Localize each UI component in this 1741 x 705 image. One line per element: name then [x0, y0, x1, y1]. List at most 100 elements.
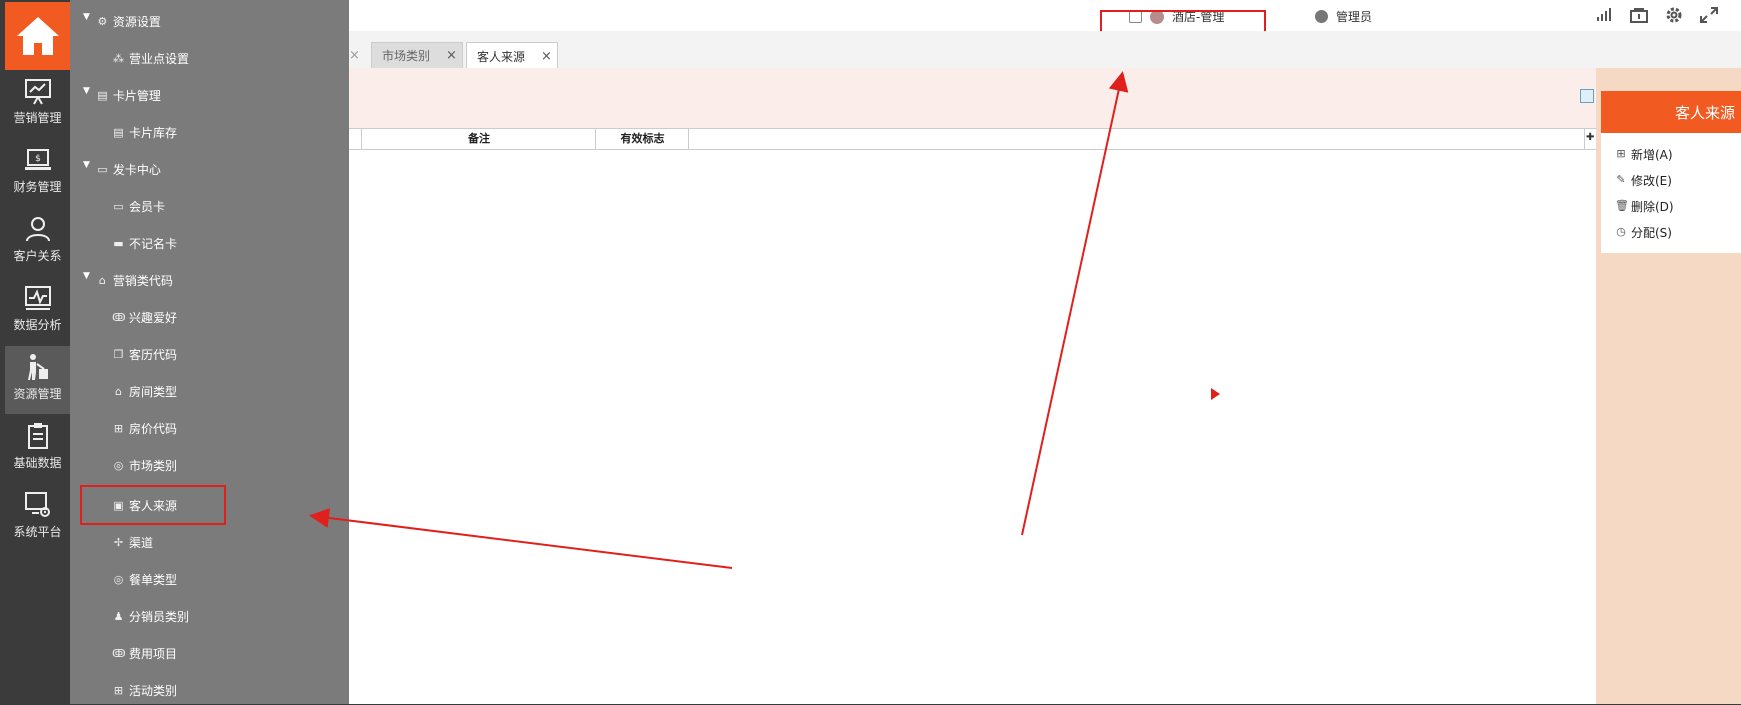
red-triangle-marker — [1211, 388, 1220, 400]
submenu-item-label: 活动类别 — [129, 683, 178, 698]
submenu-item-hobbies[interactable]: ↂ 兴趣爱好 — [70, 302, 349, 332]
submenu-item-label: 渠道 — [129, 535, 154, 550]
submenu-group-card-issuing[interactable]: ▼ ▭ 发卡中心 — [70, 154, 349, 184]
submenu-item-card-inventory[interactable]: ▤ 卡片库存 — [70, 117, 349, 147]
plus-icon: ✚ — [1586, 132, 1595, 143]
rail-item-label: 客户关系 — [13, 249, 62, 263]
rail-item-crm[interactable]: 客户关系 — [5, 208, 70, 276]
rail-item-marketing[interactable]: 营销管理 — [5, 70, 70, 138]
submenu-item-activity-category[interactable]: ⊞ 活动类别 — [70, 675, 349, 705]
tab-bar: × 市场类别 × 客人来源 × — [349, 31, 1741, 69]
submenu-item-anonymous-card[interactable]: ▬ 不记名卡 — [70, 228, 349, 258]
column-header-valid-flag[interactable]: 有效标志 — [595, 129, 689, 149]
plus-box-icon: ⊞ — [1616, 147, 1626, 160]
home-icon — [16, 17, 59, 55]
card-icon: ▭ — [113, 199, 124, 213]
rail-item-system[interactable]: 系统平台 — [5, 484, 70, 552]
user-menu[interactable]: 管理员 — [1315, 8, 1372, 25]
submenu-group-label: 营销类代码 — [112, 273, 173, 288]
submenu-item-label: 房价代码 — [129, 421, 178, 436]
submenu-group-label: 卡片管理 — [112, 88, 161, 103]
submenu-item-label: 不记名卡 — [129, 236, 178, 251]
caret-down-icon: ▼ — [83, 271, 90, 281]
card-icon: ▤ — [97, 88, 108, 102]
submenu-item-rate-code[interactable]: ⊞ 房价代码 — [70, 413, 349, 443]
copy-icon: ❐ — [113, 347, 124, 361]
svg-text:$: $ — [35, 154, 41, 164]
submenu-item-channel[interactable]: ✢ 渠道 — [70, 527, 349, 557]
close-icon[interactable]: × — [349, 48, 360, 63]
gear-icon[interactable] — [1664, 6, 1684, 24]
submenu-item-market-category[interactable]: ◎ 市场类别 — [70, 450, 349, 480]
clipboard-icon — [27, 423, 48, 449]
submenu-group-label: 发卡中心 — [112, 162, 161, 177]
export-excel-icon[interactable] — [1580, 89, 1594, 103]
network-icon: ✢ — [113, 535, 124, 549]
card-strip-icon: ▬ — [113, 236, 124, 250]
delete-button[interactable]: 🗑 删除(D) — [1601, 193, 1741, 219]
close-icon[interactable]: × — [541, 49, 552, 64]
top-bar: 酒店-管理 管理员 — [349, 0, 1741, 32]
home-button[interactable] — [5, 2, 70, 70]
tab-market-category[interactable]: 市场类别 × — [371, 42, 463, 68]
submenu-item-menu-type[interactable]: ◎ 餐单类型 — [70, 564, 349, 594]
rail-item-label: 营销管理 — [13, 111, 62, 125]
rail-item-basedata[interactable]: 基础数据 — [5, 415, 70, 483]
top-right-toolbar — [1594, 6, 1719, 24]
column-header-remark[interactable]: 备注 — [361, 129, 596, 149]
rail-item-label: 资源管理 — [13, 387, 62, 401]
line-chart-icon — [24, 286, 51, 310]
people-icon — [25, 217, 50, 242]
action-panel-title: 客人来源 — [1601, 91, 1741, 133]
rail-item-finance[interactable]: $ 财务管理 — [5, 139, 70, 207]
submenu-group-resource-settings[interactable]: ▼ ⚙ 资源设置 — [70, 6, 349, 36]
close-icon[interactable]: × — [446, 48, 457, 63]
edit-button[interactable]: ✎ 修改(E) — [1601, 167, 1741, 193]
layers-icon: ◎ — [113, 572, 124, 586]
add-button[interactable]: ⊞ 新增(A) — [1601, 141, 1741, 167]
hobby-icon: ↂ — [112, 310, 126, 324]
clock-icon: ◷ — [1616, 225, 1626, 238]
user-icon — [1315, 10, 1328, 23]
card-icon: ▭ — [97, 162, 108, 176]
laptop-money-icon: $ — [24, 149, 51, 170]
submenu-item-room-type[interactable]: ⌂ 房间类型 — [70, 376, 349, 406]
submenu-item-expense-item[interactable]: ↂ 费用项目 — [70, 638, 349, 668]
annotation-highlight-box — [80, 485, 226, 525]
submenu-item-guest-history-code[interactable]: ❐ 客历代码 — [70, 339, 349, 369]
rail-item-label: 基础数据 — [13, 456, 62, 470]
submenu-group-card-management[interactable]: ▼ ▤ 卡片管理 — [70, 80, 349, 110]
code-icon: ⌂ — [98, 273, 106, 287]
submenu-group-marketing-codes[interactable]: ▼ ⌂ 营销类代码 — [70, 265, 349, 295]
add-button-label: 新增(A) — [1631, 147, 1673, 162]
assign-button[interactable]: ◷ 分配(S) — [1601, 219, 1741, 245]
lock-screen-icon[interactable] — [1629, 6, 1649, 24]
grid-header: 备注 有效标志 — [349, 128, 1596, 150]
rail-item-label: 数据分析 — [13, 318, 62, 332]
submenu-item-label: 兴趣爱好 — [129, 310, 178, 325]
grid-icon: ⊞ — [113, 421, 124, 435]
submenu-item-distributor-category[interactable]: ♟ 分销员类别 — [70, 601, 349, 631]
resource-submenu: ▼ ⚙ 资源设置 ⁂ 营业点设置 ▼ ▤ 卡片管理 ▤ 卡片库存 ▼ ▭ 发卡中… — [70, 0, 349, 704]
submenu-item-outlet-settings[interactable]: ⁂ 营业点设置 — [70, 43, 349, 73]
grid-icon: ⊞ — [113, 683, 124, 697]
chart-board-icon — [24, 79, 51, 105]
submenu-item-label: 费用项目 — [129, 646, 178, 661]
caret-down-icon: ▼ — [83, 86, 90, 96]
trash-icon: 🗑 — [1615, 199, 1629, 212]
tab-guest-source[interactable]: 客人来源 × — [466, 42, 558, 69]
fullscreen-icon[interactable] — [1699, 6, 1719, 24]
submenu-group-label: 资源设置 — [112, 14, 161, 29]
signal-icon[interactable] — [1594, 6, 1614, 24]
data-grid-body[interactable] — [349, 150, 1596, 704]
delete-button-label: 删除(D) — [1631, 199, 1674, 214]
caret-down-icon: ▼ — [83, 160, 90, 170]
toolbar-band — [349, 68, 1596, 128]
tab-label: 客人来源 — [477, 49, 526, 64]
submenu-item-member-card[interactable]: ▭ 会员卡 — [70, 191, 349, 221]
rail-item-resources[interactable]: 资源管理 — [5, 346, 70, 414]
hobby-icon: ↂ — [112, 646, 126, 660]
assign-button-label: 分配(S) — [1631, 225, 1672, 240]
house-icon: ⌂ — [115, 384, 122, 398]
rail-item-analytics[interactable]: 数据分析 — [5, 277, 70, 345]
